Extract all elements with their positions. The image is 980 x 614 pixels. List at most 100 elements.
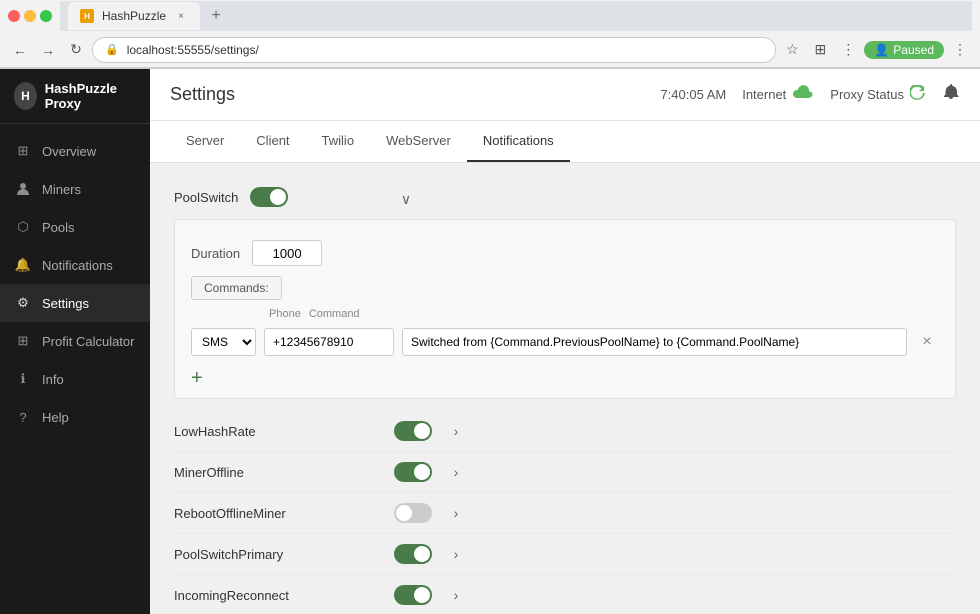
notification-toggle-low-hash-rate[interactable] <box>394 421 432 441</box>
duration-input[interactable] <box>252 240 322 266</box>
notification-expand-low-hash-rate[interactable]: › <box>444 419 468 443</box>
sms-type-select[interactable]: SMS Email <box>191 328 256 356</box>
favicon: H <box>80 9 94 23</box>
main-content: Settings 7:40:05 AM Internet Proxy Statu… <box>150 69 980 614</box>
pool-switch-section: PoolSwitch ∨ <box>174 179 956 215</box>
toggle-slider <box>250 187 288 207</box>
tab-server[interactable]: Server <box>170 121 240 162</box>
logo-icon: H <box>14 82 37 110</box>
notification-label: IncomingReconnect <box>174 588 394 603</box>
address-input[interactable] <box>127 43 764 57</box>
sidebar-item-info[interactable]: ℹ Info <box>0 360 150 398</box>
pool-switch-expand-button[interactable]: ∨ <box>394 187 418 211</box>
sms-row: SMS Email × <box>191 322 939 362</box>
pool-switch-header: PoolSwitch <box>174 179 394 215</box>
account-label: Paused <box>893 43 934 57</box>
commands-button[interactable]: Commands: <box>191 276 282 300</box>
sidebar-item-pools[interactable]: ⬡ Pools <box>0 208 150 246</box>
page-header: Settings 7:40:05 AM Internet Proxy Statu… <box>150 69 980 121</box>
sidebar-item-label: Help <box>42 410 69 425</box>
command-column-label: Command <box>309 308 939 320</box>
notification-label: PoolSwitchPrimary <box>174 547 394 562</box>
toggle-slider <box>394 544 432 564</box>
close-window-button[interactable] <box>8 10 20 22</box>
notification-row: PoolSwitchPrimary › <box>174 534 956 575</box>
proxy-status-label: Proxy Status <box>830 87 904 102</box>
commands-section: Commands: <box>191 276 939 300</box>
refresh-button[interactable]: ↻ <box>64 38 88 62</box>
sidebar-item-label: Miners <box>42 182 81 197</box>
sidebar-item-label: Info <box>42 372 64 387</box>
bookmarks-button[interactable]: ☆ <box>780 38 804 62</box>
menu-button[interactable]: ⋮ <box>836 38 860 62</box>
account-badge[interactable]: 👤 Paused <box>864 41 944 59</box>
title-bar: H HashPuzzle × + <box>0 0 980 32</box>
notification-expand-miner-offline[interactable]: › <box>444 460 468 484</box>
toggle-slider <box>394 462 432 482</box>
notification-rows: LowHashRate › MinerOffline › RebootOffli… <box>174 411 956 614</box>
toggle-slider <box>394 421 432 441</box>
tab-bar: H HashPuzzle × + <box>60 1 972 31</box>
duration-label: Duration <box>191 246 240 261</box>
phone-column-label: Phone <box>269 308 301 320</box>
sidebar-item-label: Notifications <box>42 258 113 273</box>
sidebar-item-miners[interactable]: Miners <box>0 170 150 208</box>
pool-switch-toggle[interactable] <box>250 187 288 207</box>
sidebar-item-label: Overview <box>42 144 96 159</box>
sidebar-item-profit-calculator[interactable]: ⊞ Profit Calculator <box>0 322 150 360</box>
pool-switch-label: PoolSwitch <box>174 190 238 205</box>
tab-webserver[interactable]: WebServer <box>370 121 467 162</box>
sidebar-item-help[interactable]: ? Help <box>0 398 150 436</box>
tab-client[interactable]: Client <box>240 121 305 162</box>
notification-row: LowHashRate › <box>174 411 956 452</box>
delete-sms-button[interactable]: × <box>915 330 939 354</box>
browser-tab[interactable]: H HashPuzzle × <box>68 2 200 30</box>
proxy-refresh-icon[interactable] <box>910 85 926 104</box>
new-tab-button[interactable]: + <box>204 4 228 28</box>
nav-right: ☆ ⊞ ⋮ 👤 Paused ⋮ <box>780 38 972 62</box>
add-sms-button[interactable]: + <box>191 368 203 388</box>
help-icon: ? <box>14 408 32 426</box>
notification-row: IncomingReconnect › <box>174 575 956 614</box>
notification-expand-incoming-reconnect[interactable]: › <box>444 583 468 607</box>
notification-expand-pool-switch-primary[interactable]: › <box>444 542 468 566</box>
miners-icon <box>14 180 32 198</box>
info-icon: ℹ <box>14 370 32 388</box>
notification-toggle-reboot-offline-miner[interactable] <box>394 503 432 523</box>
settings-content: PoolSwitch ∨ Duration Commands: <box>150 163 980 614</box>
minimize-window-button[interactable] <box>24 10 36 22</box>
more-options-button[interactable]: ⋮ <box>948 38 972 62</box>
sidebar-item-notifications[interactable]: 🔔 Notifications <box>0 246 150 284</box>
cloud-icon <box>792 84 814 105</box>
header-right: 7:40:05 AM Internet Proxy Status <box>660 83 960 106</box>
address-bar: 🔒 <box>92 37 776 63</box>
forward-button[interactable]: → <box>36 38 60 62</box>
notification-toggle-incoming-reconnect[interactable] <box>394 585 432 605</box>
proxy-status: Proxy Status <box>830 85 926 104</box>
command-input[interactable] <box>402 328 907 356</box>
notification-toggle-pool-switch-primary[interactable] <box>394 544 432 564</box>
sidebar-item-settings[interactable]: ⚙ Settings <box>0 284 150 322</box>
extensions-button[interactable]: ⊞ <box>808 38 832 62</box>
notification-toggle-miner-offline[interactable] <box>394 462 432 482</box>
profit-calc-icon: ⊞ <box>14 332 32 350</box>
close-tab-button[interactable]: × <box>174 9 188 23</box>
bell-icon[interactable] <box>942 83 960 106</box>
notification-expand-reboot-offline-miner[interactable]: › <box>444 501 468 525</box>
notification-label: LowHashRate <box>174 424 394 439</box>
sms-header-row: Phone Command <box>191 308 939 322</box>
maximize-window-button[interactable] <box>40 10 52 22</box>
logo-text: HashPuzzle Proxy <box>45 81 136 111</box>
phone-input[interactable] <box>264 328 394 356</box>
tab-notifications[interactable]: Notifications <box>467 121 570 162</box>
sms-section: Phone Command SMS Email <box>191 308 939 362</box>
tab-twilio[interactable]: Twilio <box>306 121 371 162</box>
internet-status: Internet <box>742 84 814 105</box>
command-col: Command <box>309 308 939 322</box>
back-button[interactable]: ← <box>8 38 32 62</box>
sidebar-item-overview[interactable]: ⊞ Overview <box>0 132 150 170</box>
duration-row: Duration <box>191 230 939 276</box>
settings-icon: ⚙ <box>14 294 32 312</box>
notification-label: RebootOfflineMiner <box>174 506 394 521</box>
notification-label: MinerOffline <box>174 465 394 480</box>
